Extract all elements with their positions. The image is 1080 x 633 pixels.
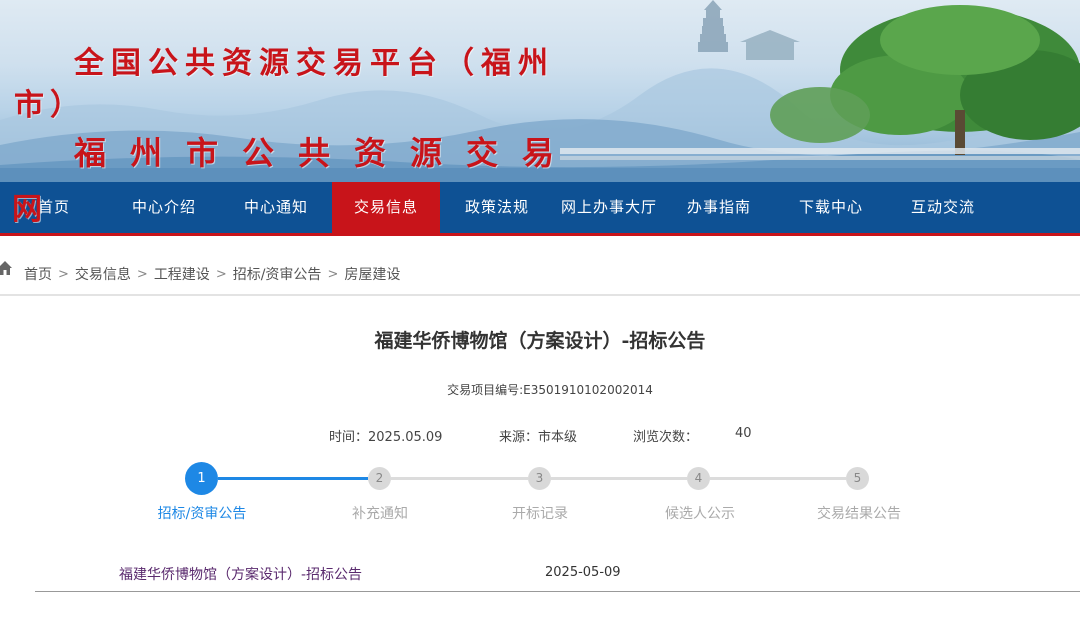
views-label: 浏览次数： bbox=[633, 430, 699, 445]
list-item: 福建华侨博物馆（方案设计）-招标公告 2025-05-09 bbox=[35, 556, 1080, 592]
step-2-dot[interactable]: 2 bbox=[368, 467, 391, 490]
nav-item-guide[interactable]: 办事指南 bbox=[664, 182, 774, 233]
breadcrumb-separator: > bbox=[327, 266, 339, 282]
step-4-label[interactable]: 候选人公示 bbox=[620, 503, 780, 523]
banner-title-line2-cont: 网 bbox=[12, 192, 42, 227]
breadcrumb-item-engineering[interactable]: 工程建设 bbox=[154, 264, 210, 284]
step-5-label[interactable]: 交易结果公告 bbox=[779, 503, 939, 523]
publish-time: 时间：2025.05.09 bbox=[329, 430, 443, 445]
nav-item-center-intro[interactable]: 中心介绍 bbox=[108, 182, 220, 233]
step-4-dot[interactable]: 4 bbox=[687, 467, 710, 490]
banner-title-line1: 全国公共资源交易平台（福州 bbox=[74, 46, 555, 81]
document-date: 2025-05-09 bbox=[545, 565, 621, 580]
step-3-dot[interactable]: 3 bbox=[528, 467, 551, 490]
breadcrumb: 首页 > 交易信息 > 工程建设 > 招标/资审公告 > 房屋建设 bbox=[0, 252, 1080, 296]
step-connector bbox=[218, 477, 368, 480]
step-5-dot[interactable]: 5 bbox=[846, 467, 869, 490]
banner-title-line1-cont: 市） bbox=[14, 88, 86, 123]
site-banner: 全国公共资源交易平台（福州 市） 福州市公共资源交易 bbox=[0, 0, 1080, 182]
breadcrumb-item-home[interactable]: 首页 bbox=[24, 264, 52, 284]
step-connector bbox=[710, 477, 846, 480]
breadcrumb-item-housing[interactable]: 房屋建设 bbox=[344, 264, 400, 284]
main-nav: 首页 中心介绍 中心通知 交易信息 政策法规 网上办事大厅 办事指南 下载中心 … bbox=[0, 182, 1080, 236]
step-1-label[interactable]: 招标/资审公告 bbox=[122, 503, 282, 523]
nav-item-interaction[interactable]: 互动交流 bbox=[888, 182, 998, 233]
step-1-dot[interactable]: 1 bbox=[185, 462, 218, 495]
banner-title-line2: 福州市公共资源交易 bbox=[74, 134, 579, 172]
nav-item-online-hall[interactable]: 网上办事大厅 bbox=[554, 182, 664, 233]
breadcrumb-separator: > bbox=[58, 266, 69, 282]
step-connector bbox=[391, 477, 528, 480]
views-count: 40 bbox=[735, 426, 752, 441]
breadcrumb-item-trade-info[interactable]: 交易信息 bbox=[75, 264, 131, 284]
source: 来源：市本级 bbox=[499, 430, 578, 445]
document-link[interactable]: 福建华侨博物馆（方案设计）-招标公告 bbox=[119, 564, 362, 584]
project-code: 交易项目编号:E3501910102002014 bbox=[447, 383, 653, 397]
breadcrumb-item-tender-notice[interactable]: 招标/资审公告 bbox=[233, 264, 322, 284]
step-connector bbox=[551, 477, 687, 480]
step-2-label[interactable]: 补充通知 bbox=[300, 503, 460, 523]
page-title: 福建华侨博物馆（方案设计）-招标公告 bbox=[374, 330, 706, 352]
nav-item-trade-info[interactable]: 交易信息 bbox=[332, 182, 440, 233]
nav-item-center-notice[interactable]: 中心通知 bbox=[220, 182, 332, 233]
step-3-label[interactable]: 开标记录 bbox=[460, 503, 620, 523]
nav-item-download[interactable]: 下载中心 bbox=[774, 182, 888, 233]
home-icon[interactable] bbox=[0, 260, 13, 276]
nav-item-policy[interactable]: 政策法规 bbox=[440, 182, 554, 233]
breadcrumb-separator: > bbox=[136, 266, 148, 282]
breadcrumb-separator: > bbox=[215, 266, 227, 282]
